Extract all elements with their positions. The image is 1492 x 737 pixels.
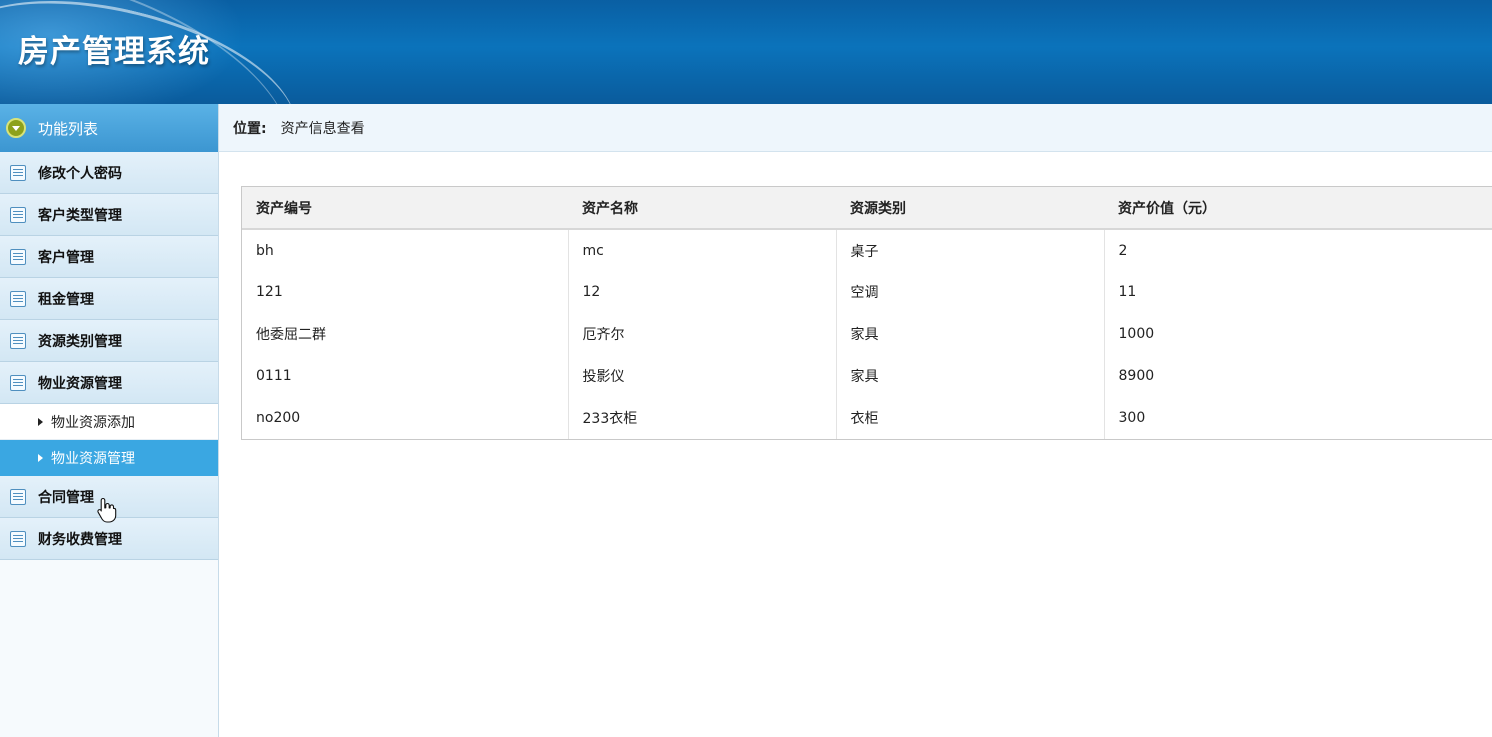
table-cell: 厄齐尔	[568, 313, 837, 355]
subitem-label: 物业资源管理	[51, 450, 135, 467]
hand-cursor-icon	[97, 497, 117, 523]
table-cell: 投影仪	[568, 355, 837, 397]
table-row: bh mc 桌子 2	[242, 229, 1492, 271]
list-icon	[10, 290, 26, 307]
table-cell: 1000	[1118, 326, 1155, 342]
list-icon	[10, 488, 26, 505]
sidebar-item-label: 合同管理	[38, 489, 94, 506]
list-icon	[10, 248, 26, 265]
sidebar-item-label: 客户管理	[38, 249, 94, 266]
subitem-add-property-resource[interactable]: 物业资源添加	[0, 404, 218, 440]
list-icon	[10, 164, 26, 181]
sidebar-item-resource-categories[interactable]: 资源类别管理	[0, 320, 218, 362]
bullet-arrow-icon	[38, 417, 43, 426]
table-cell: 121	[242, 271, 569, 313]
table-cell: 8900	[1118, 368, 1155, 384]
app-header: 房产管理系统	[0, 0, 1492, 104]
sidebar-item-label: 物业资源管理	[38, 375, 122, 392]
table-cell: 桌子	[836, 229, 1105, 271]
table-cell: 233衣柜	[568, 397, 837, 439]
table-row: 121 12 空调 11	[242, 271, 1492, 313]
subitem-manage-property-resource[interactable]: 物业资源管理	[0, 440, 218, 476]
column-header-asset-name: 资产名称	[568, 187, 836, 230]
table-row: no200 233衣柜 衣柜 300	[242, 397, 1492, 439]
column-header-resource-category: 资源类别	[836, 187, 1104, 230]
breadcrumb: 位置: 资产信息查看	[219, 104, 1492, 152]
table-cell: 家具	[836, 313, 1105, 355]
collapse-arrow-icon	[6, 118, 26, 138]
sidebar-item-rent[interactable]: 租金管理	[0, 278, 218, 320]
table-cell: 2	[1118, 242, 1128, 259]
table-cell: 12	[568, 271, 837, 313]
subitem-label: 物业资源添加	[51, 414, 135, 431]
list-icon	[10, 374, 26, 391]
table-cell: mc	[568, 229, 837, 271]
sidebar-header[interactable]: 功能列表	[0, 104, 218, 152]
breadcrumb-value: 资产信息查看	[280, 120, 365, 137]
column-header-asset-id: 资产编号	[242, 187, 568, 230]
table-cell: 衣柜	[836, 397, 1105, 439]
table-cell: 他委屈二群	[242, 313, 569, 355]
sidebar: 功能列表 修改个人密码 客户类型管理 客户管理 租金管理 资源类别管理 物业资源…	[0, 104, 219, 737]
table-row: 他委屈二群 厄齐尔 家具 1000	[242, 313, 1492, 355]
list-icon	[10, 332, 26, 349]
sidebar-item-label: 财务收费管理	[38, 531, 122, 548]
sidebar-item-label: 修改个人密码	[38, 165, 122, 182]
table-cell: 家具	[836, 355, 1105, 397]
sidebar-header-label: 功能列表	[38, 119, 99, 138]
app-title: 房产管理系统	[18, 34, 210, 70]
table-row: 0111 投影仪 家具 8900	[242, 355, 1492, 397]
asset-table: 资产编号 资产名称 资源类别 资产价值（元） bh mc 桌子 2 121 12…	[241, 186, 1492, 440]
sidebar-item-label: 资源类别管理	[38, 333, 122, 350]
list-icon	[10, 206, 26, 223]
sidebar-item-customers[interactable]: 客户管理	[0, 236, 218, 278]
sidebar-item-change-password[interactable]: 修改个人密码	[0, 152, 218, 194]
table-cell: no200	[242, 397, 569, 439]
sidebar-item-finance-fees[interactable]: 财务收费管理	[0, 518, 218, 560]
sidebar-item-label: 客户类型管理	[38, 207, 122, 224]
table-header-row: 资产编号 资产名称 资源类别 资产价值（元）	[242, 187, 1492, 230]
sidebar-item-property-resources[interactable]: 物业资源管理	[0, 362, 218, 404]
sidebar-item-label: 租金管理	[38, 291, 94, 308]
bullet-arrow-icon	[38, 453, 43, 462]
table-cell: 300	[1118, 410, 1146, 426]
list-icon	[10, 530, 26, 547]
table-cell: 空调	[836, 271, 1105, 313]
column-header-asset-value: 资产价值（元）	[1104, 187, 1492, 230]
sidebar-item-customer-types[interactable]: 客户类型管理	[0, 194, 218, 236]
table-cell: 0111	[242, 355, 569, 397]
breadcrumb-label: 位置:	[233, 120, 267, 137]
table-cell: bh	[242, 229, 569, 271]
table-cell: 11	[1118, 284, 1137, 300]
